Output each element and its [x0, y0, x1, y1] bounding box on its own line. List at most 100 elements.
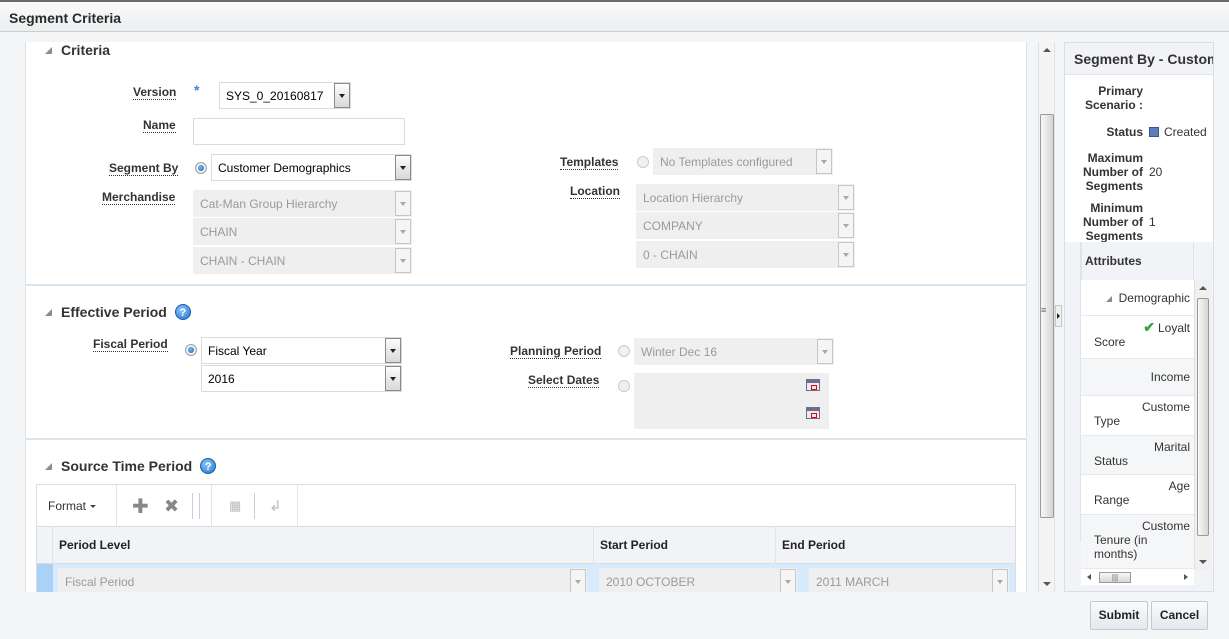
location-level-select: COMPANY [636, 212, 855, 239]
delete-row-button[interactable]: ✖ [164, 485, 179, 527]
fiscal-period-radio[interactable] [185, 344, 197, 356]
chevron-down-icon[interactable] [385, 338, 401, 363]
list-item[interactable]: Custome Tenure (in months) [1081, 515, 1194, 569]
version-select[interactable]: SYS_0_20160817 [219, 82, 351, 109]
grip-icon: ≡ [1041, 305, 1047, 315]
section-divider [26, 438, 1026, 440]
checkmark-icon: ✔ [1143, 320, 1155, 335]
segment-by-select[interactable]: Customer Demographics [211, 154, 412, 181]
attribute-label: Custome [1141, 519, 1190, 533]
x-icon: ✖ [164, 495, 180, 516]
name-input[interactable] [193, 118, 405, 145]
required-indicator: * [194, 82, 200, 98]
collapse-triangle-icon[interactable] [45, 462, 52, 470]
scroll-down-icon[interactable] [1199, 560, 1207, 564]
column-header-start-period[interactable]: Start Period [593, 527, 775, 564]
collapse-triangle-icon[interactable] [45, 46, 52, 54]
criteria-title: Criteria [61, 42, 111, 58]
effective-period-section-header[interactable]: Effective Period ? [26, 303, 191, 321]
collapse-panel-button[interactable] [1055, 305, 1062, 327]
list-item[interactable]: Age Range [1081, 475, 1194, 515]
add-row-button[interactable]: ✚ [132, 485, 149, 527]
planning-period-radio[interactable] [618, 345, 630, 357]
attribute-label-line2: Type [1094, 414, 1121, 428]
status-value-wrapper: Created [1149, 125, 1207, 139]
chevron-down-icon [780, 569, 796, 592]
version-value: SYS_0_20160817 [226, 88, 324, 103]
collapse-triangle-icon[interactable] [45, 308, 52, 316]
scroll-left-icon[interactable] [1087, 574, 1091, 580]
attribute-label: Demographic [1118, 291, 1190, 305]
format-menu-button[interactable]: Format [48, 485, 97, 527]
segment-by-value: Customer Demographics [218, 160, 351, 175]
scroll-down-icon[interactable] [1043, 582, 1051, 586]
table-header: Period Level Start Period End Period [37, 527, 1015, 564]
toolbar-divider [199, 493, 200, 519]
attribute-label: Custome [1141, 400, 1190, 414]
planning-period-label: Planning Period [510, 344, 602, 359]
merchandise-hierarchy-select: Cat-Man Group Hierarchy [193, 190, 412, 217]
location-label: Location [570, 184, 620, 199]
fiscal-period-label: Fiscal Period [93, 337, 168, 352]
calendar-icon[interactable] [806, 379, 820, 391]
list-item[interactable]: Custome Type [1081, 396, 1194, 436]
chevron-down-icon [817, 339, 833, 364]
merchandise-node-select: CHAIN - CHAIN [193, 247, 412, 274]
fiscal-year-value: 2016 [208, 371, 235, 386]
segment-by-label: Segment By [109, 161, 179, 176]
chevron-down-icon[interactable] [385, 366, 401, 391]
expand-triangle-icon[interactable] [1105, 296, 1112, 302]
table-toolbar: Format ✚ ✖ ▦ ↲ [37, 485, 1015, 527]
attributes-column-header[interactable]: Attributes [1081, 242, 1194, 280]
scroll-up-icon[interactable] [1199, 286, 1207, 290]
submit-button[interactable]: Submit [1090, 601, 1148, 630]
attributes-tree-table: Attributes Demographic ✔ Loyalt Score Inc… [1065, 242, 1213, 591]
toolbar-divider [116, 485, 117, 527]
end-period-value: 2011 MARCH [816, 574, 890, 589]
list-item[interactable]: Income [1081, 359, 1194, 396]
row-header[interactable] [37, 564, 53, 592]
cancel-button[interactable]: Cancel [1151, 601, 1208, 630]
scroll-up-icon[interactable] [1043, 48, 1051, 52]
table-row[interactable]: Fiscal Period 2010 OCTOBER 2011 MARCH [37, 564, 1015, 592]
location-hierarchy-value: Location Hierarchy [643, 190, 744, 205]
attribute-label-wrapper: Demographic [1094, 291, 1194, 305]
scroll-thumb[interactable] [1197, 298, 1209, 536]
attribute-group-demographic[interactable]: Demographic [1081, 280, 1194, 316]
attribute-label: Marital [1153, 440, 1190, 454]
list-item[interactable]: Marital Status [1081, 436, 1194, 475]
help-icon[interactable]: ? [200, 458, 217, 474]
version-label: Version [133, 85, 177, 100]
select-dates-radio[interactable] [618, 380, 630, 392]
main-content: Criteria Version * SYS_0_20160817 Name S… [0, 32, 1036, 592]
criteria-section-header[interactable]: Criteria [26, 42, 110, 58]
help-icon[interactable]: ? [174, 304, 191, 320]
column-header-period-level[interactable]: Period Level [52, 527, 593, 564]
panel-splitter[interactable]: ≡ [1038, 300, 1056, 330]
fiscal-year-select[interactable]: 2016 [201, 365, 402, 392]
freeze-columns-button[interactable]: ▦ [229, 485, 241, 527]
attributes-horizontal-scrollbar[interactable]: ||| [1081, 570, 1194, 585]
merchandise-level-value: CHAIN [200, 224, 238, 239]
fiscal-period-type-select[interactable]: Fiscal Year [201, 337, 402, 364]
attribute-label-wrapper: ✔ Loyalt [1094, 320, 1194, 335]
scroll-thumb[interactable]: ||| [1099, 572, 1131, 583]
attributes-vertical-scrollbar[interactable] [1194, 280, 1211, 570]
start-period-select: 2010 OCTOBER [599, 568, 797, 592]
calendar-icon[interactable] [806, 407, 820, 419]
columns-icon: ▦ [229, 498, 242, 513]
chevron-down-icon [395, 191, 411, 216]
attribute-label-line2: Tenure (in months) [1094, 533, 1148, 561]
list-item[interactable]: ✔ Loyalt Score [1081, 316, 1194, 359]
segment-by-radio[interactable] [195, 162, 207, 174]
wrap-button[interactable]: ↲ [269, 485, 282, 527]
plus-icon: ✚ [132, 495, 149, 518]
scroll-right-icon[interactable] [1184, 574, 1188, 580]
effective-period-title: Effective Period [61, 304, 167, 320]
chevron-down-icon[interactable] [395, 155, 411, 180]
source-time-period-section-header[interactable]: Source Time Period ? [26, 457, 217, 475]
column-header-end-period[interactable]: End Period [775, 527, 1015, 564]
chevron-down-icon[interactable] [334, 83, 350, 108]
location-level-value: COMPANY [643, 218, 703, 233]
start-period-value: 2010 OCTOBER [606, 574, 696, 589]
